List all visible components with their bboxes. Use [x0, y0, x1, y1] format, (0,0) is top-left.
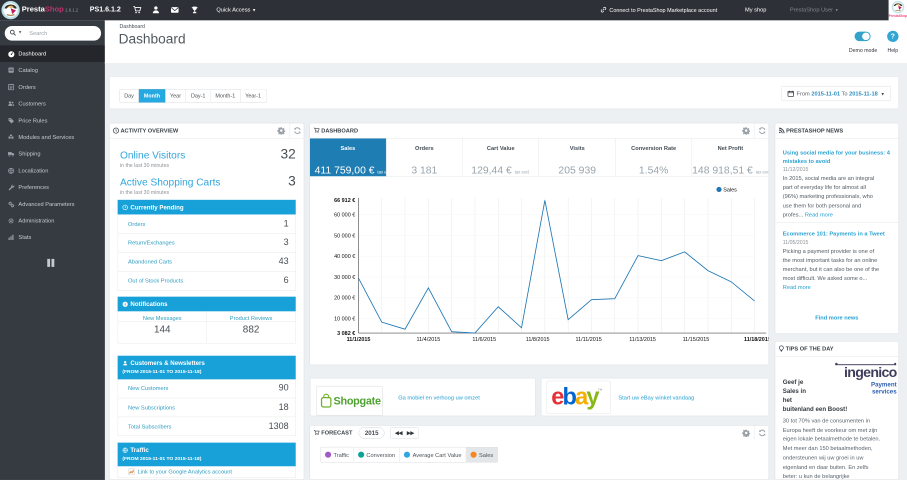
svg-text:11/18/2015: 11/18/2015: [744, 337, 769, 343]
svg-text:11/4/2015: 11/4/2015: [417, 337, 441, 343]
svg-text:30 000 €: 30 000 €: [334, 275, 355, 281]
svg-text:11/11/2015: 11/11/2015: [575, 337, 601, 343]
svg-text:11/8/2015: 11/8/2015: [526, 337, 550, 343]
svg-text:60 000 €: 60 000 €: [334, 213, 355, 219]
svg-text:Sales: Sales: [723, 187, 737, 193]
svg-text:20 000 €: 20 000 €: [334, 296, 355, 302]
svg-text:11/13/2015: 11/13/2015: [629, 337, 656, 343]
svg-text:66 912 €: 66 912 €: [334, 198, 355, 204]
svg-text:3 082 €: 3 082 €: [337, 331, 355, 337]
svg-text:11/1/2015: 11/1/2015: [347, 337, 371, 343]
svg-text:11/15/2015: 11/15/2015: [683, 337, 710, 343]
svg-text:11/6/2015: 11/6/2015: [472, 337, 496, 343]
svg-text:10 000 €: 10 000 €: [334, 317, 355, 323]
svg-text:50 000 €: 50 000 €: [334, 233, 355, 239]
svg-text:40 000 €: 40 000 €: [334, 254, 355, 260]
